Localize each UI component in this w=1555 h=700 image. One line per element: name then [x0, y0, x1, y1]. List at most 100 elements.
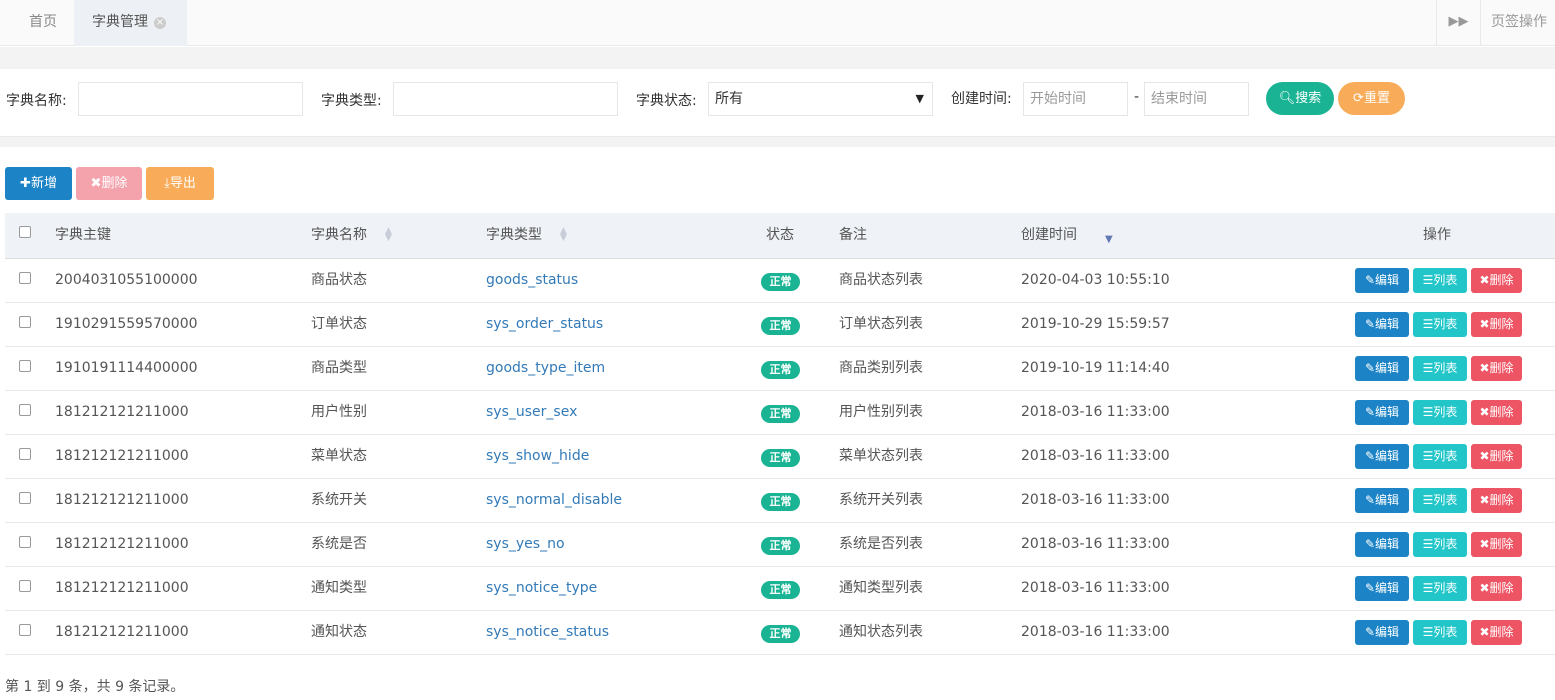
delete-button[interactable]: ✖删除: [76, 167, 142, 200]
cell-name: 菜单状态: [311, 448, 367, 464]
row-delete-button[interactable]: ✖删除: [1471, 532, 1522, 557]
cell-created: 2019-10-19 11:14:40: [1021, 360, 1170, 376]
table-row[interactable]: 181212121211000 系统是否 sys_yes_no 正常 系统是否列表 201…: [5, 523, 1555, 567]
row-checkbox[interactable]: [19, 624, 31, 636]
cell-type-link[interactable]: sys_yes_no: [486, 523, 565, 566]
row-delete-button[interactable]: ✖删除: [1471, 488, 1522, 513]
search-button[interactable]: 🔍︎搜索: [1266, 82, 1334, 115]
th-id[interactable]: 字典主键: [55, 213, 111, 257]
list-button[interactable]: ☰列表: [1413, 400, 1467, 425]
list-button[interactable]: ☰列表: [1413, 620, 1467, 645]
cell-type-link[interactable]: sys_notice_status: [486, 611, 609, 654]
times-icon: ✖: [90, 176, 102, 191]
row-delete-button[interactable]: ✖删除: [1471, 312, 1522, 337]
cell-name: 订单状态: [311, 316, 367, 332]
cell-remark: 菜单状态列表: [839, 448, 923, 464]
table-row[interactable]: 181212121211000 系统开关 sys_normal_disable 正常 系…: [5, 479, 1555, 523]
end-time-input[interactable]: 结束时间: [1144, 82, 1249, 116]
list-button[interactable]: ☰列表: [1413, 532, 1467, 557]
th-created-label: 创建时间: [1021, 227, 1077, 243]
list-button[interactable]: ☰列表: [1413, 356, 1467, 381]
cell-type-link[interactable]: goods_type_item: [486, 347, 605, 390]
cell-type-link[interactable]: goods_status: [486, 259, 578, 302]
edit-button[interactable]: ✎编辑: [1355, 312, 1409, 337]
edit-button[interactable]: ✎编辑: [1355, 488, 1409, 513]
edit-button[interactable]: ✎编辑: [1355, 576, 1409, 601]
row-checkbox[interactable]: [19, 404, 31, 416]
edit-button[interactable]: ✎编辑: [1355, 532, 1409, 557]
row-delete-button[interactable]: ✖删除: [1471, 576, 1522, 601]
tab-ops-menu[interactable]: 页签操作: [1491, 0, 1547, 46]
row-delete-button[interactable]: ✖删除: [1471, 356, 1522, 381]
list-button[interactable]: ☰列表: [1413, 576, 1467, 601]
edit-button[interactable]: ✎编辑: [1355, 268, 1409, 293]
table-row[interactable]: 181212121211000 菜单状态 sys_show_hide 正常 菜单状态列表…: [5, 435, 1555, 479]
row-checkbox[interactable]: [19, 272, 31, 284]
reset-button[interactable]: ⟳重置: [1338, 82, 1405, 115]
table-row[interactable]: 181212121211000 通知类型 sys_notice_type 正常 通知类型…: [5, 567, 1555, 611]
row-delete-button[interactable]: ✖删除: [1471, 268, 1522, 293]
export-button[interactable]: ⤓导出: [146, 167, 214, 200]
list-button[interactable]: ☰列表: [1413, 488, 1467, 513]
list-button-label: 列表: [1433, 581, 1458, 595]
cell-type-link[interactable]: sys_user_sex: [486, 391, 577, 434]
row-checkbox[interactable]: [19, 536, 31, 548]
list-button[interactable]: ☰列表: [1413, 444, 1467, 469]
cell-type-link[interactable]: sys_notice_type: [486, 567, 597, 610]
add-button[interactable]: ✚新增: [5, 167, 72, 200]
row-checkbox[interactable]: [19, 360, 31, 372]
plus-icon: ✚: [20, 176, 31, 191]
edit-button-label: 编辑: [1375, 449, 1400, 463]
edit-button[interactable]: ✎编辑: [1355, 444, 1409, 469]
search-panel: 字典名称: 字典类型: 字典状态: 所有 ▼ 创建时间: 开始时间 - 结束时间…: [0, 69, 1555, 137]
row-checkbox[interactable]: [19, 492, 31, 504]
cell-remark: 商品状态列表: [839, 272, 923, 288]
created-label: 创建时间:: [951, 91, 1012, 107]
th-remark: 备注: [839, 227, 867, 243]
edit-icon: ✎: [1364, 361, 1376, 375]
status-badge: 正常: [761, 625, 800, 643]
row-checkbox[interactable]: [19, 316, 31, 328]
table-row[interactable]: 2004031055100000 商品状态 goods_status 正常 商品状态列表…: [5, 259, 1555, 303]
cell-name: 系统是否: [311, 536, 367, 552]
row-delete-button[interactable]: ✖删除: [1471, 400, 1522, 425]
row-checkbox[interactable]: [19, 580, 31, 592]
tab-dict-management[interactable]: 字典管理 ×: [74, 0, 187, 46]
dict-status-select[interactable]: 所有 ▼: [708, 82, 933, 116]
list-button[interactable]: ☰列表: [1413, 312, 1467, 337]
dict-name-input[interactable]: [78, 82, 303, 116]
table-row[interactable]: 181212121211000 用户性别 sys_user_sex 正常 用户性别列表 2…: [5, 391, 1555, 435]
row-delete-button-label: 删除: [1489, 625, 1514, 639]
th-created[interactable]: 创建时间 ▼: [1021, 213, 1113, 257]
row-delete-button-label: 删除: [1489, 273, 1514, 287]
select-all-checkbox[interactable]: [19, 226, 31, 238]
table-row[interactable]: 1910291559570000 订单状态 sys_order_status 正常 订单…: [5, 303, 1555, 347]
row-delete-button[interactable]: ✖删除: [1471, 444, 1522, 469]
tab-home[interactable]: 首页: [12, 0, 74, 46]
edit-button[interactable]: ✎编辑: [1355, 356, 1409, 381]
cell-type-link[interactable]: sys_order_status: [486, 303, 603, 346]
list-icon: ☰: [1422, 493, 1434, 507]
edit-button[interactable]: ✎编辑: [1355, 400, 1409, 425]
cell-remark: 系统开关列表: [839, 492, 923, 508]
edit-icon: ✎: [1364, 317, 1376, 331]
start-time-input[interactable]: 开始时间: [1023, 82, 1128, 116]
th-type[interactable]: 字典类型 ▲ ▼: [486, 213, 567, 257]
row-delete-button[interactable]: ✖删除: [1471, 620, 1522, 645]
cell-type-link[interactable]: sys_normal_disable: [486, 479, 622, 522]
cell-type-link[interactable]: sys_show_hide: [486, 435, 589, 478]
th-name[interactable]: 字典名称 ▲ ▼: [311, 213, 392, 257]
cell-created: 2018-03-16 11:33:00: [1021, 536, 1170, 552]
edit-button[interactable]: ✎编辑: [1355, 620, 1409, 645]
status-badge: 正常: [761, 581, 800, 599]
list-icon: ☰: [1422, 361, 1434, 375]
table-row[interactable]: 181212121211000 通知状态 sys_notice_status 正常 通知…: [5, 611, 1555, 655]
close-icon[interactable]: ×: [154, 17, 166, 29]
table-row[interactable]: 1910191114400000 商品类型 goods_type_item 正常 商品类…: [5, 347, 1555, 391]
forward-icon[interactable]: ▶▶: [1436, 0, 1481, 46]
cell-name: 通知状态: [311, 624, 367, 640]
row-checkbox[interactable]: [19, 448, 31, 460]
edit-button-label: 编辑: [1375, 405, 1400, 419]
dict-type-input[interactable]: [393, 82, 618, 116]
list-button[interactable]: ☰列表: [1413, 268, 1467, 293]
